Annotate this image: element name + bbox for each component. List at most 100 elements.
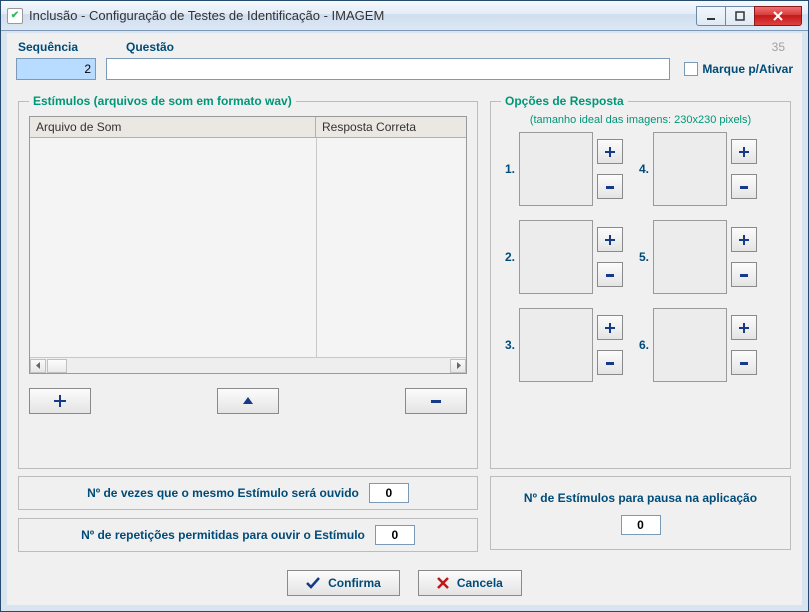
stimuli-buttons bbox=[29, 388, 467, 414]
table-header: Arquivo de Som Resposta Correta bbox=[30, 117, 466, 138]
cancel-button[interactable]: Cancela bbox=[418, 570, 522, 596]
edit-stimulus-button[interactable] bbox=[217, 388, 279, 414]
responses-grid: 1. 4. bbox=[501, 132, 780, 382]
sequence-input[interactable] bbox=[16, 58, 96, 80]
cancel-label: Cancela bbox=[457, 576, 503, 590]
response-num-6: 6. bbox=[635, 338, 649, 352]
response-cell-2: 2. bbox=[501, 220, 623, 294]
mark-active-row[interactable]: Marque p/Ativar bbox=[684, 62, 793, 76]
minus-icon bbox=[604, 181, 616, 193]
x-icon bbox=[437, 577, 449, 589]
response-cell-6: 6. bbox=[635, 308, 757, 382]
maximize-button[interactable] bbox=[725, 6, 755, 26]
scroll-track[interactable] bbox=[46, 359, 450, 373]
response-image-4[interactable] bbox=[653, 132, 727, 206]
response-image-1[interactable] bbox=[519, 132, 593, 206]
window-buttons bbox=[697, 6, 802, 26]
column-divider bbox=[316, 138, 317, 357]
titlebar[interactable]: ✔ Inclusão - Configuração de Testes de I… bbox=[1, 1, 808, 31]
app-icon: ✔ bbox=[7, 8, 23, 24]
times-heard-row: Nº de vezes que o mesmo Estímulo será ou… bbox=[18, 476, 478, 510]
stimuli-legend: Estímulos (arquivos de som em formato wa… bbox=[29, 94, 296, 108]
window-title: Inclusão - Configuração de Testes de Ide… bbox=[29, 8, 691, 23]
pause-label: Nº de Estímulos para pausa na aplicação bbox=[524, 491, 757, 505]
scroll-left-icon[interactable] bbox=[30, 359, 46, 373]
response-cell-4: 4. bbox=[635, 132, 757, 206]
response-num-5: 5. bbox=[635, 250, 649, 264]
action-row: Confirma Cancela bbox=[10, 570, 799, 596]
plus-icon bbox=[604, 234, 616, 246]
response-remove-5[interactable] bbox=[731, 262, 757, 287]
response-cell-3: 3. bbox=[501, 308, 623, 382]
table-body[interactable] bbox=[30, 138, 466, 357]
response-remove-1[interactable] bbox=[597, 174, 623, 199]
response-image-5[interactable] bbox=[653, 220, 727, 294]
response-add-2[interactable] bbox=[597, 227, 623, 252]
question-label: Questão bbox=[126, 40, 174, 54]
below-right-box: Nº de Estímulos para pausa na aplicação bbox=[490, 476, 791, 550]
plus-icon bbox=[53, 394, 67, 408]
minus-icon bbox=[738, 269, 750, 281]
response-add-6[interactable] bbox=[731, 315, 757, 340]
times-heard-input[interactable] bbox=[369, 483, 409, 503]
stimuli-table[interactable]: Arquivo de Som Resposta Correta bbox=[29, 116, 467, 374]
response-remove-2[interactable] bbox=[597, 262, 623, 287]
scroll-right-icon[interactable] bbox=[450, 359, 466, 373]
window-frame: ✔ Inclusão - Configuração de Testes de I… bbox=[0, 0, 809, 612]
response-add-1[interactable] bbox=[597, 139, 623, 164]
response-add-3[interactable] bbox=[597, 315, 623, 340]
mark-active-checkbox[interactable] bbox=[684, 62, 698, 76]
times-heard-label: Nº de vezes que o mesmo Estímulo será ou… bbox=[87, 486, 359, 500]
mark-active-label: Marque p/Ativar bbox=[702, 62, 793, 76]
response-num-4: 4. bbox=[635, 162, 649, 176]
reps-label: Nº de repetições permitidas para ouvir o… bbox=[81, 528, 365, 542]
response-cell-1: 1. bbox=[501, 132, 623, 206]
response-remove-4[interactable] bbox=[731, 174, 757, 199]
below-left-rows: Nº de vezes que o mesmo Estímulo será ou… bbox=[18, 476, 478, 552]
close-button[interactable] bbox=[754, 6, 802, 26]
response-add-4[interactable] bbox=[731, 139, 757, 164]
response-add-5[interactable] bbox=[731, 227, 757, 252]
add-stimulus-button[interactable] bbox=[29, 388, 91, 414]
response-image-2[interactable] bbox=[519, 220, 593, 294]
minus-icon bbox=[429, 394, 443, 408]
confirm-button[interactable]: Confirma bbox=[287, 570, 400, 596]
plus-icon bbox=[738, 146, 750, 158]
responses-legend: Opções de Resposta bbox=[501, 94, 628, 108]
plus-icon bbox=[604, 146, 616, 158]
check-icon bbox=[306, 577, 320, 589]
top-row: Sequência Questão Marque p/Ativar bbox=[16, 40, 793, 80]
minimize-button[interactable] bbox=[696, 6, 726, 26]
response-num-3: 3. bbox=[501, 338, 515, 352]
plus-icon bbox=[738, 322, 750, 334]
responses-group: Opções de Resposta (tamanho ideal das im… bbox=[490, 94, 791, 469]
sequence-label: Sequência bbox=[16, 40, 126, 54]
pause-input[interactable] bbox=[621, 515, 661, 535]
confirm-label: Confirma bbox=[328, 576, 381, 590]
client-border: 35 Sequência Questão Marque p/Ativar bbox=[1, 31, 808, 611]
reps-input[interactable] bbox=[375, 525, 415, 545]
response-image-3[interactable] bbox=[519, 308, 593, 382]
form-area: 35 Sequência Questão Marque p/Ativar bbox=[10, 36, 799, 602]
response-num-1: 1. bbox=[501, 162, 515, 176]
remove-stimulus-button[interactable] bbox=[405, 388, 467, 414]
response-remove-6[interactable] bbox=[731, 350, 757, 375]
responses-hint: (tamanho ideal das imagens: 230x230 pixe… bbox=[501, 114, 780, 126]
reps-row: Nº de repetições permitidas para ouvir o… bbox=[18, 518, 478, 552]
response-num-2: 2. bbox=[501, 250, 515, 264]
scroll-thumb[interactable] bbox=[47, 359, 67, 373]
question-input[interactable] bbox=[106, 58, 670, 80]
minus-icon bbox=[604, 269, 616, 281]
plus-icon bbox=[604, 322, 616, 334]
horizontal-scrollbar[interactable] bbox=[30, 357, 466, 373]
col-correct-answer: Resposta Correta bbox=[316, 117, 466, 137]
response-cell-5: 5. bbox=[635, 220, 757, 294]
up-arrow-icon bbox=[241, 394, 255, 408]
minus-icon bbox=[738, 181, 750, 193]
minus-icon bbox=[604, 357, 616, 369]
plus-icon bbox=[738, 234, 750, 246]
response-image-6[interactable] bbox=[653, 308, 727, 382]
col-sound-file: Arquivo de Som bbox=[30, 117, 316, 137]
minus-icon bbox=[738, 357, 750, 369]
response-remove-3[interactable] bbox=[597, 350, 623, 375]
